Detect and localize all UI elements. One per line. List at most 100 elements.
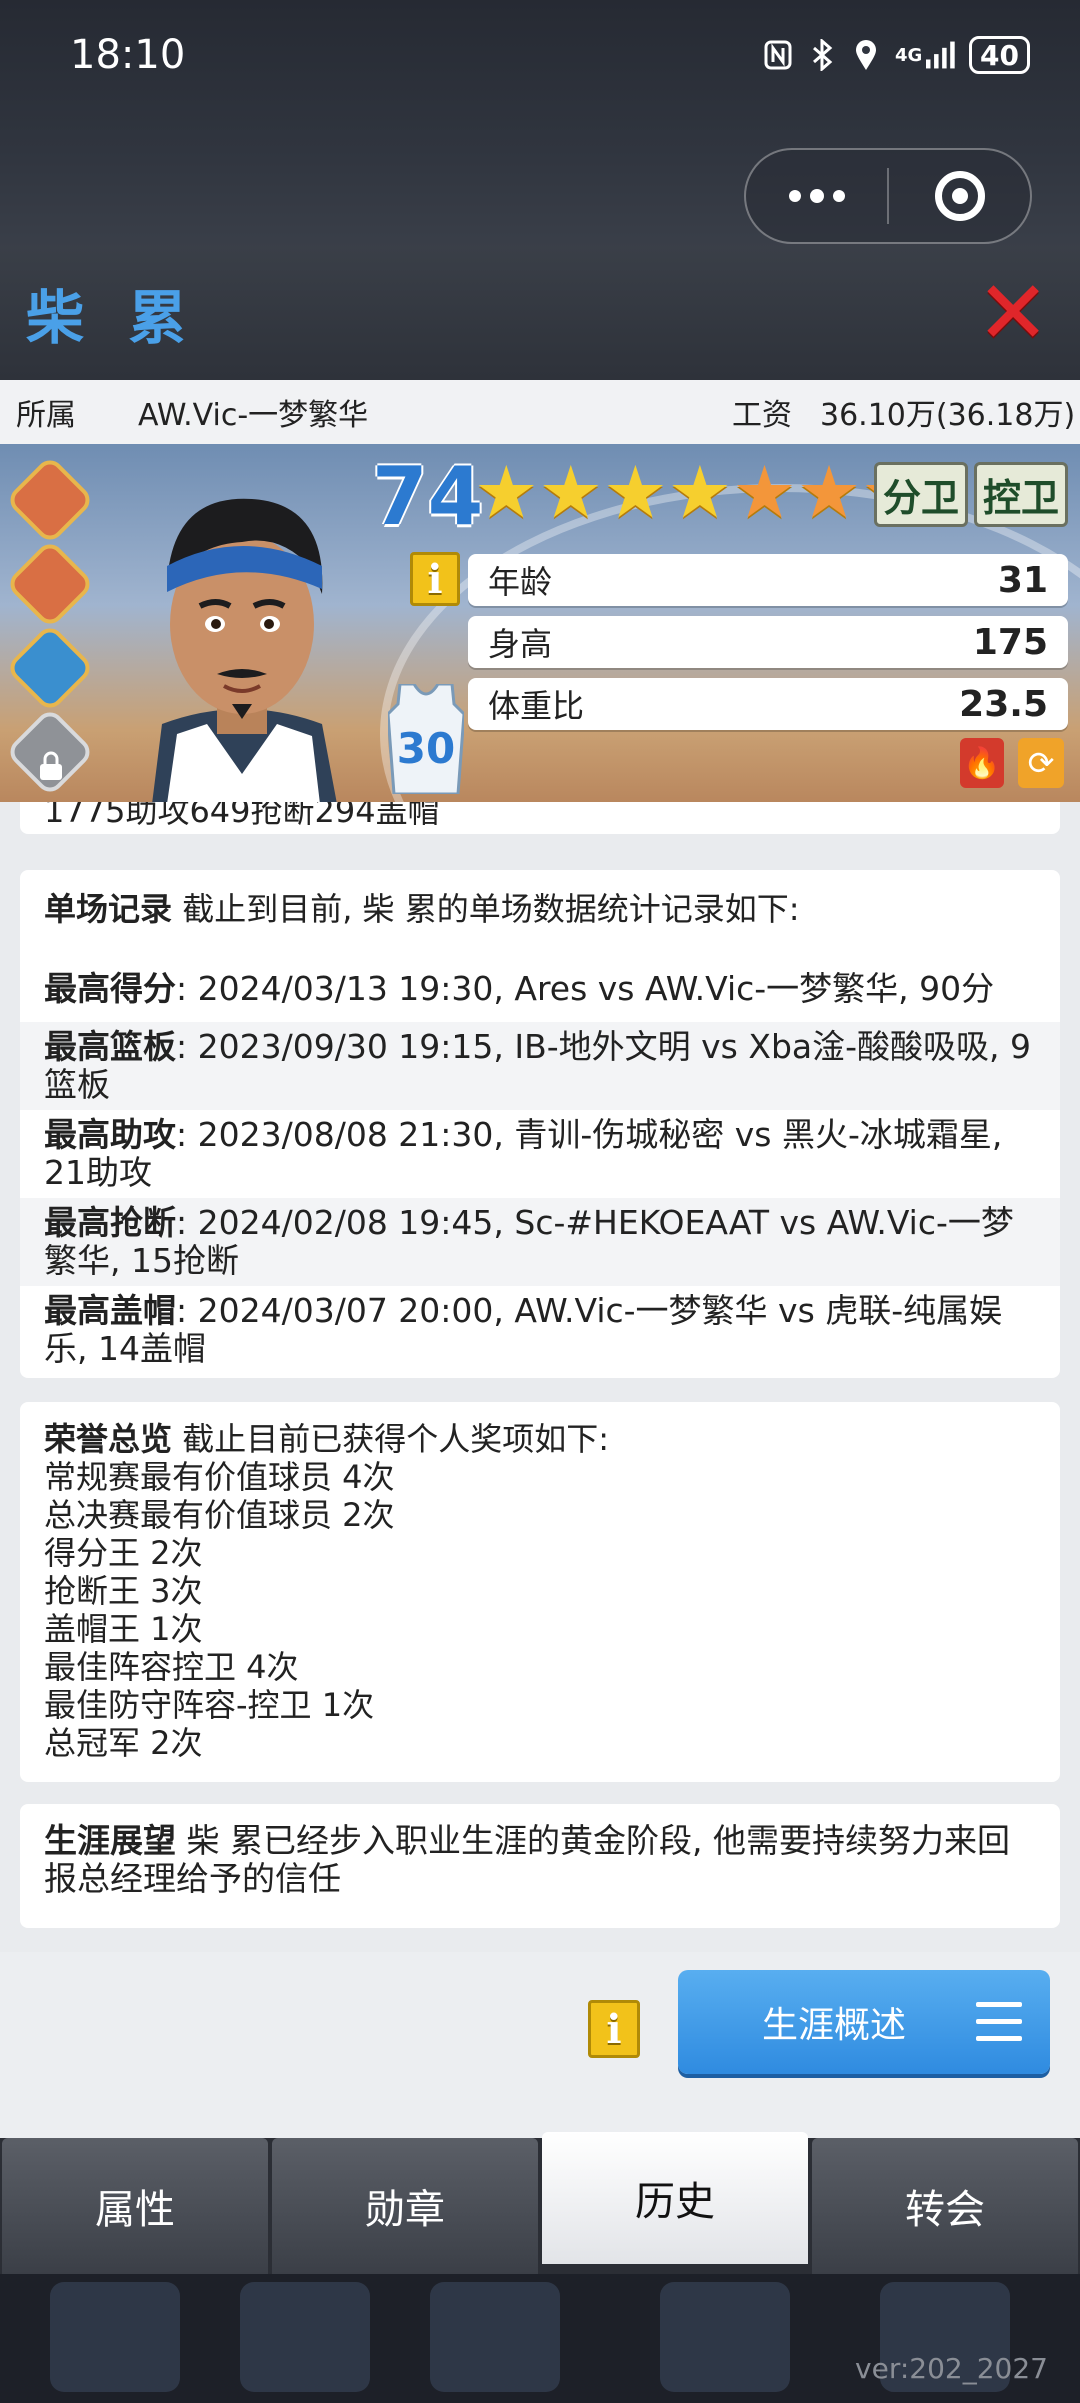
menu-icon	[976, 2002, 1022, 2042]
record-row: 最高篮板: 2023/09/30 19:15, IB-地外文明 vs Xba淦-…	[20, 1022, 1060, 1110]
star-potential-icon: ★	[796, 450, 862, 534]
position-tags: 分卫 控卫	[873, 462, 1068, 527]
honor-item: 抢断王 3次	[44, 1572, 203, 1610]
dock-item-icon	[430, 2282, 560, 2392]
badge-2-icon[interactable]	[4, 538, 96, 630]
dock-item-icon	[660, 2282, 790, 2392]
career-overview-button[interactable]: 生涯概述	[678, 1970, 1050, 2074]
record-text: : 2023/09/30 19:15, IB-地外文明 vs Xba淦-酸酸吸吸…	[44, 1027, 1032, 1104]
star-potential-icon: ★	[732, 450, 797, 534]
dock-item-icon	[50, 2282, 180, 2392]
jersey-icon: 30	[388, 684, 464, 794]
record-text: : 2024/03/13 19:30, Ares vs AW.Vic-一梦繁华,…	[176, 969, 995, 1008]
salary-value: 36.10万(36.18万)	[820, 398, 1076, 433]
honor-item: 总决赛最有价值球员 2次	[44, 1496, 395, 1534]
tab-history[interactable]: 历史	[542, 2132, 808, 2264]
stat-height: 身高 175	[468, 616, 1068, 668]
record-text: : 2023/08/08 21:30, 青训-伤城秘密 vs 黑火-冰城霜星, …	[44, 1115, 1003, 1192]
star-icon: ★	[538, 450, 604, 534]
single-game-heading: 单场记录	[44, 890, 173, 928]
honors-content: 荣誉总览 截止目前已获得个人奖项如下: 常规赛最有价值球员 4次 总决赛最有价值…	[20, 1402, 1060, 1778]
honor-item: 常规赛最有价值球员 4次	[44, 1458, 395, 1496]
player-hero-card: 74 ★ ★ ★ ★ ★ ★ ★ 分卫 控卫 i 年龄 31 身高 175 体重…	[0, 444, 1080, 802]
history-scroll[interactable]: 1775助攻649抢断294盖帽 单场记录 截止到目前, 柴 累的单场数据统计记…	[0, 802, 1080, 1952]
tab-medals[interactable]: 勋章	[272, 2138, 538, 2274]
record-key: 最高盖帽	[44, 1291, 176, 1330]
record-row: 最高得分: 2024/03/13 19:30, Ares vs AW.Vic-一…	[20, 958, 1060, 1022]
stat-age: 年龄 31	[468, 554, 1068, 606]
player-avatar	[152, 498, 337, 802]
badge-3-icon[interactable]	[4, 622, 96, 714]
team-name: AW.Vic-一梦繁华	[138, 398, 369, 433]
team-salary-row: 所属 AW.Vic-一梦繁华 工资 36.10万(36.18万)	[0, 380, 1080, 444]
nfc-icon	[763, 38, 793, 72]
close-icon[interactable]: ✕	[976, 269, 1050, 357]
close-miniprogram-icon[interactable]	[889, 171, 1030, 221]
tab-transfer[interactable]: 转会	[812, 2138, 1078, 2274]
salary-label: 工资	[732, 398, 792, 433]
position-tag: 分卫	[873, 462, 968, 527]
record-key: 最高抢断	[44, 1203, 176, 1242]
single-game-card: 单场记录 截止到目前, 柴 累的单场数据统计记录如下: 最高得分: 2024/0…	[20, 870, 1060, 1378]
record-key: 最高篮板	[44, 1027, 176, 1066]
record-row: 最高助攻: 2023/08/08 21:30, 青训-伤城秘密 vs 黑火-冰城…	[20, 1110, 1060, 1198]
record-key: 最高得分	[44, 969, 176, 1008]
outlook-card: 生涯展望 柴 累已经步入职业生涯的黄金阶段, 他需要持续努力来回报总经理给予的信…	[20, 1804, 1060, 1928]
bluetooth-icon	[807, 38, 837, 72]
network-type: 4G	[895, 44, 923, 66]
version-label: ver:202_2027	[855, 2352, 1048, 2385]
jersey-number: 30	[396, 724, 456, 773]
location-icon	[851, 38, 881, 72]
tab-attributes[interactable]: 属性	[2, 2138, 268, 2274]
honor-item: 最佳阵容控卫 4次	[44, 1648, 299, 1686]
team-label: 所属	[16, 398, 76, 433]
honors-card: 荣誉总览 截止目前已获得个人奖项如下: 常规赛最有价值球员 4次 总决赛最有价值…	[20, 1402, 1060, 1782]
stat-weight-ratio: 体重比 23.5	[468, 678, 1068, 730]
record-text: : 2024/03/07 20:00, AW.Vic-一梦繁华 vs 虎联-纯属…	[44, 1291, 1003, 1368]
star-icon: ★	[603, 450, 668, 534]
lock-icon	[29, 744, 73, 788]
honor-item: 得分王 2次	[44, 1534, 203, 1572]
record-row: 最高抢断: 2024/02/08 19:45, Sc-#HEKOEAAT vs …	[20, 1198, 1060, 1286]
position-tag: 控卫	[973, 462, 1068, 527]
record-text: : 2024/02/08 19:45, Sc-#HEKOEAAT vs AW.V…	[44, 1203, 1014, 1280]
honors-heading: 荣誉总览	[44, 1420, 173, 1458]
refresh-icon[interactable]: ⟳	[1018, 738, 1064, 788]
help-info-icon[interactable]: i	[588, 2000, 640, 2058]
honors-intro: 截止目前已获得个人奖项如下:	[172, 1420, 609, 1458]
stat-value: 175	[972, 621, 1048, 663]
signal-icon: 4G	[895, 38, 956, 72]
status-icons: 4G 40	[763, 36, 1030, 74]
career-button-label: 生涯概述	[761, 2005, 906, 2046]
career-stats-card: 1775助攻649抢断294盖帽	[20, 802, 1060, 834]
stat-label: 体重比	[488, 687, 585, 725]
stat-label: 年龄	[488, 563, 553, 601]
tab-bar: 属性 勋章 历史 转会	[0, 2132, 1080, 2274]
dock-item-icon	[240, 2282, 370, 2392]
title-bar: 柴 累 ✕	[0, 246, 1080, 380]
battery-level: 40	[980, 38, 1019, 72]
mini-program-capsule	[744, 148, 1032, 244]
outlook-heading: 生涯展望	[44, 1821, 176, 1860]
more-menu-icon[interactable]	[746, 188, 887, 204]
info-icon[interactable]: i	[410, 552, 460, 606]
stat-value: 31	[997, 559, 1048, 601]
player-panel: 柴 累 ✕ 所属 AW.Vic-一梦繁华 工资 36.10万(36.18万) 7…	[0, 246, 1080, 2403]
stat-value: 23.5	[959, 683, 1048, 725]
status-time: 18:10	[70, 32, 186, 78]
outlook-content: 生涯展望 柴 累已经步入职业生涯的黄金阶段, 他需要持续努力来回报总经理给予的信…	[20, 1804, 1060, 1914]
star-icon: ★	[667, 450, 733, 534]
honor-item: 盖帽王 1次	[44, 1610, 203, 1648]
honor-item: 最佳防守阵容-控卫 1次	[44, 1686, 375, 1724]
single-game-intro: 截止到目前, 柴 累的单场数据统计记录如下:	[172, 890, 800, 928]
record-row: 最高盖帽: 2024/03/07 20:00, AW.Vic-一梦繁华 vs 虎…	[20, 1286, 1060, 1374]
fire-icon[interactable]: 🔥	[960, 738, 1004, 788]
honor-item: 总冠军 2次	[44, 1724, 203, 1762]
record-key: 最高助攻	[44, 1115, 176, 1154]
career-stats-tail: 1775助攻649抢断294盖帽	[44, 802, 440, 830]
status-bar: 18:10 4G 40	[0, 0, 1080, 110]
badge-1-icon[interactable]	[4, 454, 96, 546]
stat-label: 身高	[488, 625, 553, 663]
battery-icon: 40	[969, 36, 1030, 74]
overall-rating: 74	[372, 450, 484, 543]
